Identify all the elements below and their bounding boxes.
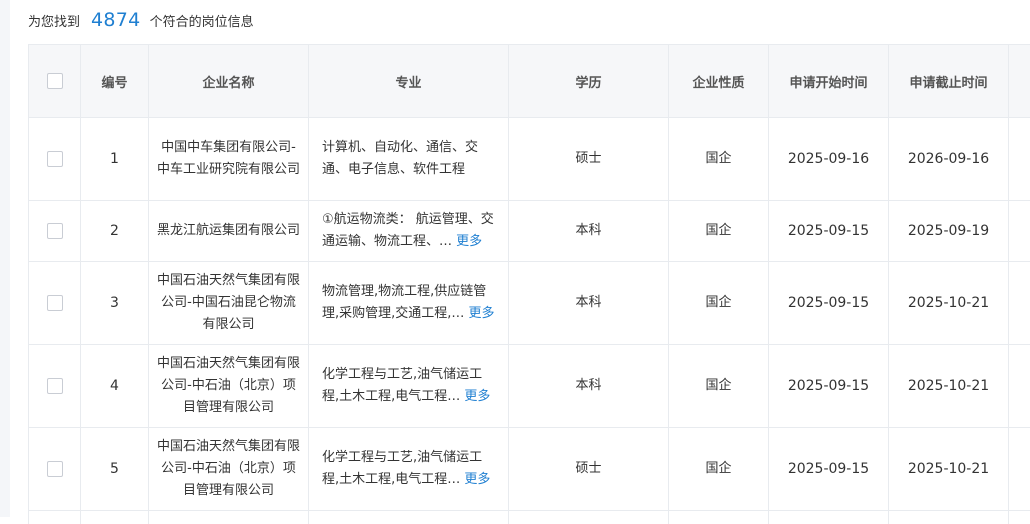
row-select-cell xyxy=(29,262,81,345)
row-number: 2 xyxy=(81,201,149,262)
start-date: 2025-09-16 xyxy=(769,118,889,201)
row-checkbox[interactable] xyxy=(47,378,63,394)
row-select-cell xyxy=(29,428,81,511)
extra-cell xyxy=(1009,345,1030,428)
company-type: 国企 xyxy=(669,201,769,262)
start-date: 2025-09-15 xyxy=(769,428,889,511)
table-header-row: 编号 企业名称 专业 学历 企业性质 申请开始时间 申请截止时间 xyxy=(29,45,1030,118)
more-link[interactable]: 更多 xyxy=(469,306,495,321)
row-select-cell xyxy=(29,345,81,428)
row-select-cell xyxy=(29,201,81,262)
select-all-cell xyxy=(29,45,81,118)
extra-cell xyxy=(1009,262,1030,345)
company-type: 国企 xyxy=(669,118,769,201)
major-text: 物流管理,物流工程,供应链管理,采购管理,交通工程,… xyxy=(322,284,486,321)
left-panel-edge xyxy=(0,0,10,517)
company-name[interactable]: 黑龙江航运集团有限公司 xyxy=(149,201,309,262)
company-name[interactable]: 中国石油天然气集团有限公司-中国石油昆仑物流有限公司 xyxy=(149,262,309,345)
start-date: 2025-09-15 xyxy=(769,262,889,345)
row-number: 3 xyxy=(81,262,149,345)
row-number: 5 xyxy=(81,428,149,511)
major-cell: ①航运物流类： 航运管理、交通运输、物流工程、… 更多 xyxy=(309,201,509,262)
company-type: 国企 xyxy=(669,262,769,345)
table-row-partial xyxy=(29,511,1030,524)
job-table-container: 编号 企业名称 专业 学历 企业性质 申请开始时间 申请截止时间 1 中国中车集… xyxy=(28,44,1030,524)
summary-prefix: 为您找到 xyxy=(28,11,80,30)
more-link[interactable]: 更多 xyxy=(464,472,490,487)
start-date: 2025-09-15 xyxy=(769,345,889,428)
table-row[interactable]: 4 中国石油天然气集团有限公司-中石油（北京）项目管理有限公司 化学工程与工艺,… xyxy=(29,345,1030,428)
company-name[interactable]: 中国石油天然气集团有限公司-中石油（北京）项目管理有限公司 xyxy=(149,428,309,511)
row-checkbox[interactable] xyxy=(47,151,63,167)
row-number: 1 xyxy=(81,118,149,201)
major-text: 化学工程与工艺,油气储运工程,土木工程,电气工程… xyxy=(322,367,482,404)
job-table: 编号 企业名称 专业 学历 企业性质 申请开始时间 申请截止时间 1 中国中车集… xyxy=(28,44,1030,524)
more-link[interactable]: 更多 xyxy=(456,234,482,249)
education: 硕士 xyxy=(509,118,669,201)
education: 本科 xyxy=(509,345,669,428)
education: 本科 xyxy=(509,201,669,262)
major-text: 化学工程与工艺,油气储运工程,土木工程,电气工程… xyxy=(322,450,482,487)
company-name[interactable]: 中国石油天然气集团有限公司-中石油（北京）项目管理有限公司 xyxy=(149,345,309,428)
company-type: 国企 xyxy=(669,428,769,511)
header-company[interactable]: 企业名称 xyxy=(149,45,309,118)
end-date: 2026-09-16 xyxy=(889,118,1009,201)
result-count: 4874 xyxy=(91,9,141,31)
row-select-cell xyxy=(29,118,81,201)
table-row[interactable]: 3 中国石油天然气集团有限公司-中国石油昆仑物流有限公司 物流管理,物流工程,供… xyxy=(29,262,1030,345)
header-major[interactable]: 专业 xyxy=(309,45,509,118)
row-checkbox[interactable] xyxy=(47,461,63,477)
education: 硕士 xyxy=(509,428,669,511)
header-extra xyxy=(1009,45,1030,118)
header-company-type[interactable]: 企业性质 xyxy=(669,45,769,118)
result-summary: 为您找到 4874 个符合的岗位信息 xyxy=(28,5,254,35)
table-row[interactable]: 1 中国中车集团有限公司-中车工业研究院有限公司 计算机、自动化、通信、交通、电… xyxy=(29,118,1030,201)
table-row[interactable]: 5 中国石油天然气集团有限公司-中石油（北京）项目管理有限公司 化学工程与工艺,… xyxy=(29,428,1030,511)
end-date: 2025-09-19 xyxy=(889,201,1009,262)
extra-cell: 各 xyxy=(1009,201,1030,262)
more-link[interactable]: 更多 xyxy=(464,389,490,404)
start-date: 2025-09-15 xyxy=(769,201,889,262)
header-start-date[interactable]: 申请开始时间 xyxy=(769,45,889,118)
header-education[interactable]: 学历 xyxy=(509,45,669,118)
end-date: 2025-10-21 xyxy=(889,345,1009,428)
summary-suffix: 个符合的岗位信息 xyxy=(150,11,254,30)
major-cell: 物流管理,物流工程,供应链管理,采购管理,交通工程,… 更多 xyxy=(309,262,509,345)
major-cell: 计算机、自动化、通信、交通、电子信息、软件工程 xyxy=(309,118,509,201)
row-number: 4 xyxy=(81,345,149,428)
education: 本科 xyxy=(509,262,669,345)
header-number[interactable]: 编号 xyxy=(81,45,149,118)
select-all-checkbox[interactable] xyxy=(47,73,63,89)
row-checkbox[interactable] xyxy=(47,223,63,239)
major-cell: 化学工程与工艺,油气储运工程,土木工程,电气工程… 更多 xyxy=(309,345,509,428)
end-date: 2025-10-21 xyxy=(889,428,1009,511)
major-text: 计算机、自动化、通信、交通、电子信息、软件工程 xyxy=(322,140,478,177)
company-name[interactable]: 中国中车集团有限公司-中车工业研究院有限公司 xyxy=(149,118,309,201)
header-end-date[interactable]: 申请截止时间 xyxy=(889,45,1009,118)
extra-cell xyxy=(1009,428,1030,511)
table-row[interactable]: 2 黑龙江航运集团有限公司 ①航运物流类： 航运管理、交通运输、物流工程、… 更… xyxy=(29,201,1030,262)
end-date: 2025-10-21 xyxy=(889,262,1009,345)
company-type: 国企 xyxy=(669,345,769,428)
major-cell: 化学工程与工艺,油气储运工程,土木工程,电气工程… 更多 xyxy=(309,428,509,511)
extra-cell xyxy=(1009,118,1030,201)
row-checkbox[interactable] xyxy=(47,295,63,311)
